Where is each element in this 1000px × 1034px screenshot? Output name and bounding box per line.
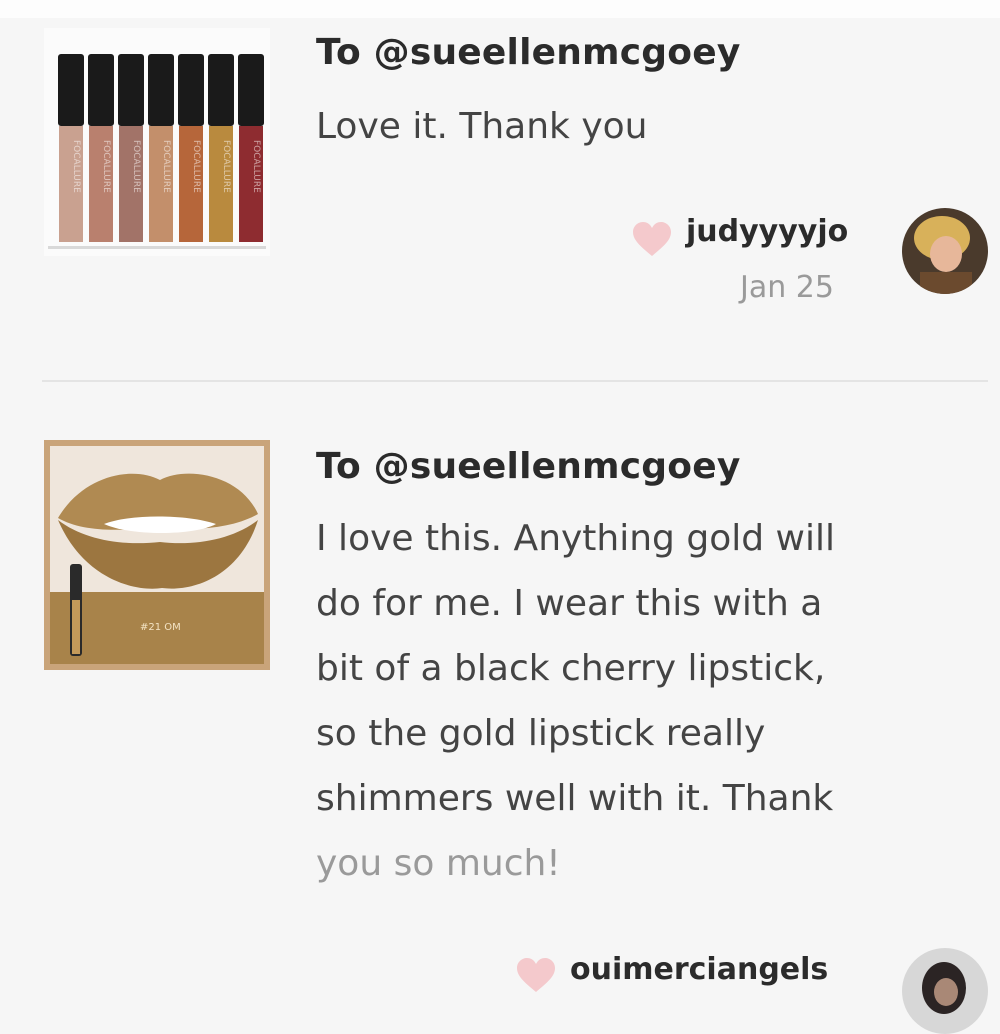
avatar[interactable] <box>902 948 988 1034</box>
comment-line: you so much! <box>316 843 561 884</box>
shade-label: #21 OM <box>140 622 181 633</box>
comment-text: I love this. Anything gold will do for m… <box>316 506 835 896</box>
lip-gloss-set-image[interactable]: FOCALLURE FOCALLURE FOCALLURE FOCALLURE … <box>44 28 270 256</box>
brand-text: FOCALLURE <box>131 140 141 193</box>
comment-line: I love this. Anything gold will <box>316 518 835 559</box>
lip-gloss-bottles-graphic: FOCALLURE FOCALLURE FOCALLURE FOCALLURE … <box>44 28 270 256</box>
brand-text: FOCALLURE <box>161 140 171 193</box>
gold-lipstick-image[interactable]: #21 OM <box>44 440 270 670</box>
comment-card: FOCALLURE FOCALLURE FOCALLURE FOCALLURE … <box>0 0 1000 380</box>
recipient-label: To @sueellenmcgoey <box>316 32 741 73</box>
comment-text: Love it. Thank you <box>316 94 647 159</box>
heart-icon[interactable] <box>632 222 672 258</box>
username-link[interactable]: judyyyyjo <box>686 214 848 249</box>
comment-line: shimmers well with it. Thank <box>316 778 834 819</box>
brand-text: FOCALLURE <box>251 140 261 193</box>
brand-text: FOCALLURE <box>71 140 81 193</box>
gold-lips-graphic: #21 OM <box>44 440 270 670</box>
avatar[interactable] <box>902 208 988 294</box>
comment-line: so the gold lipstick really <box>316 713 766 754</box>
avatar-graphic <box>902 948 988 1034</box>
comment-line: Love it. Thank you <box>316 106 648 147</box>
avatar-graphic <box>902 208 988 294</box>
username-link[interactable]: ouimerciangels <box>570 952 828 987</box>
comment-date: Jan 25 <box>740 270 834 305</box>
heart-icon[interactable] <box>516 958 556 994</box>
comment-line: do for me. I wear this with a <box>316 583 823 624</box>
comment-line: bit of a black cherry lipstick, <box>316 648 826 689</box>
comment-card: #21 OM To @sueellenmcgoey I love this. A… <box>0 382 1000 1034</box>
brand-text: FOCALLURE <box>191 140 201 193</box>
brand-text: FOCALLURE <box>101 140 111 193</box>
brand-text: FOCALLURE <box>221 140 231 193</box>
recipient-label: To @sueellenmcgoey <box>316 446 741 487</box>
